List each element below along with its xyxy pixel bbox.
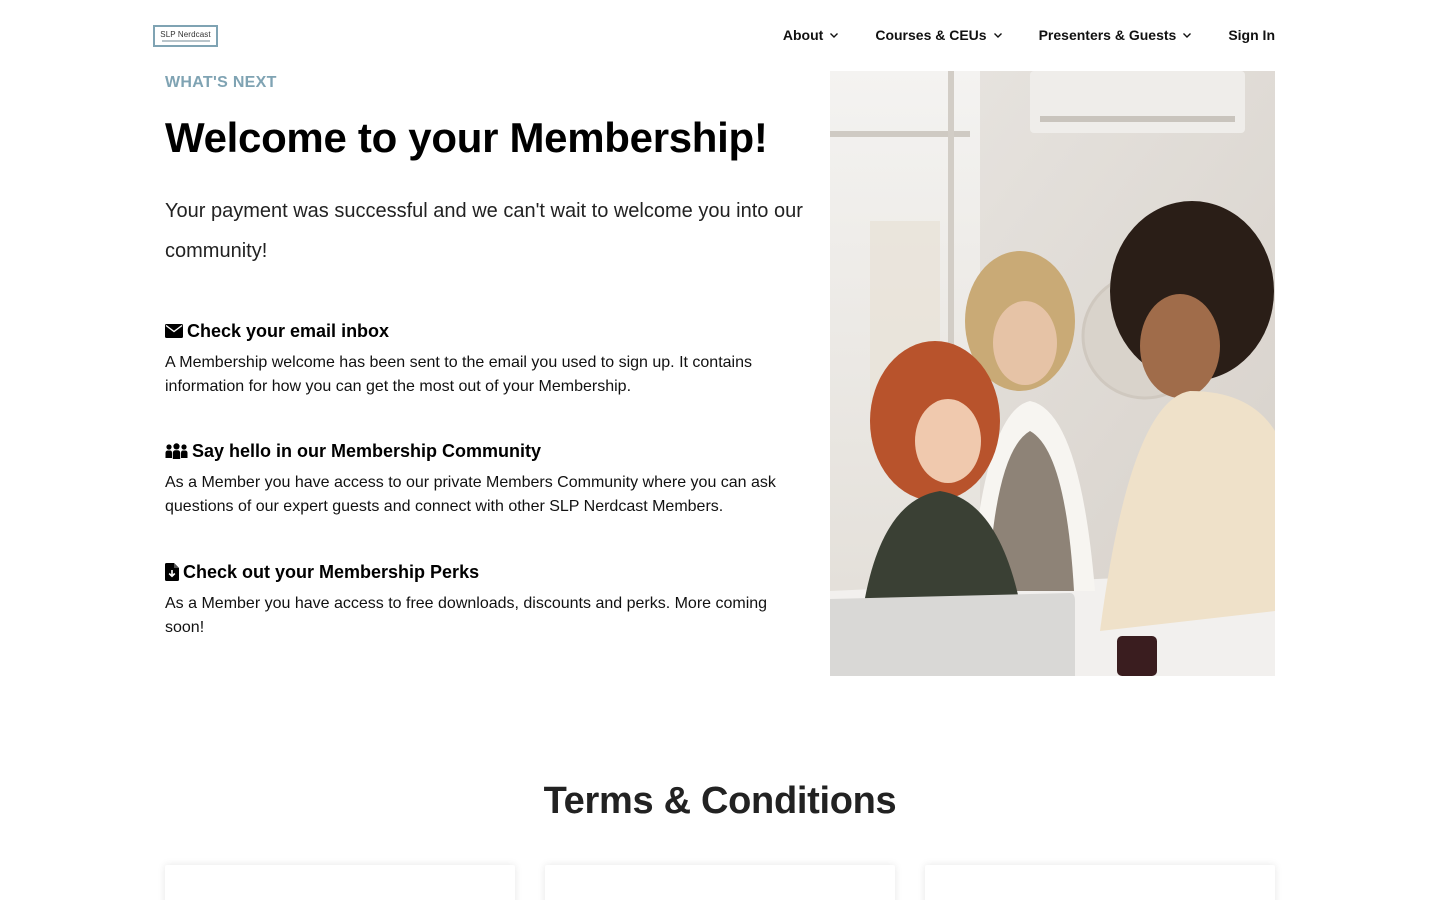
feature-title: Check out your Membership Perks [183, 561, 480, 582]
feature-heading: Say hello in our Membership Community [165, 439, 805, 463]
logo-tagline-bar [161, 40, 210, 42]
nav-item-label: Courses & CEUs [875, 27, 987, 43]
feature-community: Say hello in our Membership Community As… [165, 439, 805, 519]
nav-item-courses[interactable]: Courses & CEUs [875, 26, 1002, 44]
feature-body: As a Member you have access to free down… [165, 595, 768, 636]
feature-heading: Check your email inbox [165, 319, 805, 343]
three-women-at-laptop-photo [830, 71, 1275, 676]
terms-card[interactable] [165, 865, 515, 900]
feature-title: Say hello in our Membership Community [192, 440, 542, 461]
terms-card[interactable] [545, 865, 895, 900]
site-logo[interactable]: SLP Nerdcast [153, 25, 218, 47]
logo-text: SLP Nerdcast [160, 30, 211, 39]
feature-body: A Membership welcome has been sent to th… [165, 354, 752, 395]
lead-text: Your payment was successful and we can't… [165, 200, 803, 262]
terms-title: Terms & Conditions [543, 780, 897, 822]
feature-title: Check your email inbox [187, 320, 390, 341]
feature-perks: Check out your Membership Perks As a Mem… [165, 560, 805, 640]
chevron-down-icon [1183, 33, 1192, 38]
nav-item-about[interactable]: About [783, 26, 839, 44]
hero-photo [830, 71, 1275, 676]
section-eyebrow: WHAT'S NEXT [165, 74, 277, 91]
nav-item-label: Sign In [1228, 27, 1275, 43]
nav-item-label: Presenters & Guests [1038, 27, 1177, 43]
feature-body: As a Member you have access to our priva… [165, 474, 776, 515]
main-nav: About Courses & CEUs Presenters & Guests… [783, 26, 1275, 44]
nav-item-label: About [782, 27, 824, 43]
feature-heading: Check out your Membership Perks [165, 560, 805, 584]
feature-email: Check your email inbox A Membership welc… [165, 319, 805, 399]
nav-item-sign-in[interactable]: Sign In [1228, 26, 1275, 44]
page-title: Welcome to your Membership! [165, 114, 768, 161]
terms-card[interactable] [925, 865, 1275, 900]
site-header: SLP Nerdcast About Courses & CEUs Presen… [0, 0, 1440, 70]
nav-item-presenters[interactable]: Presenters & Guests [1039, 26, 1193, 44]
chevron-down-icon [830, 33, 839, 38]
envelope-icon [165, 324, 183, 338]
chevron-down-icon [993, 33, 1002, 38]
file-download-icon [165, 563, 179, 581]
users-icon [165, 443, 188, 459]
